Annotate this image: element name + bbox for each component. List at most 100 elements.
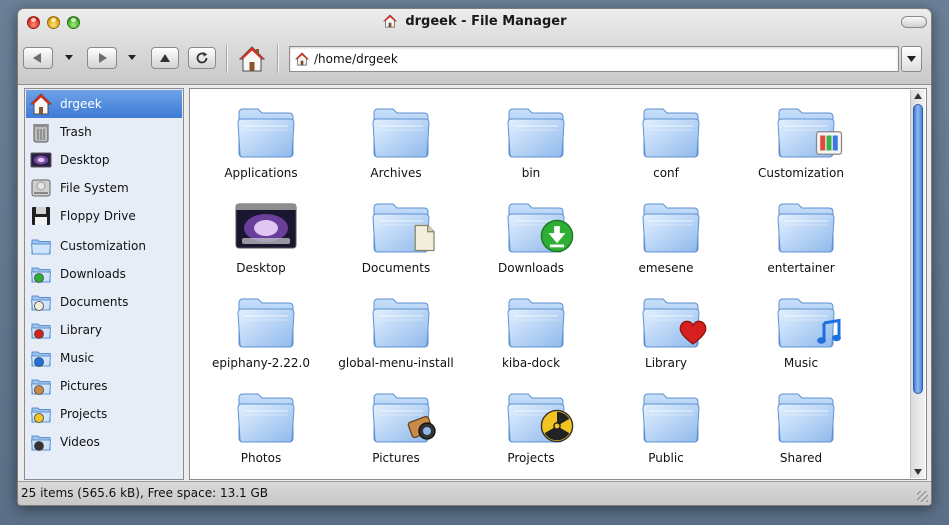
sidebar-item-desktop[interactable]: Desktop (26, 146, 182, 174)
vertical-scrollbar[interactable] (910, 90, 925, 478)
trash-icon (30, 121, 52, 143)
sidebar-item-drgeek[interactable]: drgeek (26, 90, 182, 118)
sidebar-item-label: File System (60, 181, 129, 195)
folder-icon (234, 99, 298, 163)
file-item[interactable]: global-menu-install (331, 283, 461, 373)
file-item-label: Music (783, 356, 819, 370)
folder-downloads-icon (30, 263, 52, 285)
folder-icon (774, 289, 841, 353)
location-dropdown-button[interactable] (901, 46, 922, 72)
sidebar-item-library[interactable]: Library (26, 316, 182, 344)
sidebar-item-trash[interactable]: Trash (26, 118, 182, 146)
file-item[interactable]: kiba-dock (466, 283, 596, 373)
forward-history-dropdown[interactable] (128, 55, 136, 60)
file-item-label: Library (645, 356, 687, 370)
camera-icon (407, 411, 439, 446)
file-item[interactable]: Customization (736, 93, 866, 183)
back-history-dropdown[interactable] (65, 55, 73, 60)
file-item[interactable]: bin (466, 93, 596, 183)
arrow-right-icon (99, 53, 107, 63)
file-manager-window: drgeek - File Manager /home/drgeek drgee… (17, 8, 932, 506)
file-item-label: Public (648, 451, 684, 465)
folder-music-icon (30, 347, 52, 369)
file-item-label: Applications (224, 166, 298, 180)
sidebar-item-music[interactable]: Music (26, 344, 182, 372)
folder-icon (369, 289, 433, 353)
file-item[interactable]: Photos (196, 378, 326, 468)
harddisk-icon (30, 177, 52, 199)
sidebar-item-label: Projects (60, 407, 108, 421)
file-item-label: Shared (779, 451, 823, 465)
file-item[interactable]: Shared (736, 378, 866, 468)
sidebar-item-label: Floppy Drive (60, 209, 136, 223)
sidebar-item-videos[interactable]: Videos (26, 428, 182, 456)
file-item[interactable]: Library (601, 283, 731, 373)
folder-icon (504, 194, 574, 258)
scroll-down-arrow[interactable] (914, 469, 922, 475)
location-bar[interactable]: /home/drgeek (289, 46, 899, 72)
folder-icon (234, 289, 298, 353)
file-item-label: Photos (240, 451, 282, 465)
file-item-label: Pictures (372, 451, 420, 465)
toolbar-toggle-button[interactable] (901, 16, 927, 28)
file-item[interactable]: Desktop (196, 188, 326, 278)
location-path[interactable]: /home/drgeek (314, 52, 398, 66)
sidebar-item-label: Downloads (60, 267, 126, 281)
palette-icon (814, 128, 844, 161)
title-bar[interactable]: drgeek - File Manager (18, 9, 931, 35)
back-button[interactable] (23, 47, 53, 69)
up-button[interactable] (151, 47, 179, 69)
file-item-label: entertainer (767, 261, 835, 275)
file-item[interactable]: Applications (196, 93, 326, 183)
file-item[interactable]: Downloads (466, 188, 596, 278)
file-item[interactable]: Projects (466, 378, 596, 468)
folder-icon (504, 99, 568, 163)
scrollbar-thumb[interactable] (913, 104, 923, 394)
icon-view[interactable]: Applications Archives bin conf Customiza… (189, 88, 927, 480)
triangle-up-icon (160, 54, 170, 62)
folder-videos-icon (30, 431, 52, 453)
folder-icon (639, 194, 703, 258)
desktop-icon (234, 194, 298, 258)
file-item-label: global-menu-install (338, 356, 454, 370)
folder-icon (774, 384, 838, 448)
toolbar-separator (277, 45, 278, 73)
forward-button[interactable] (87, 47, 117, 69)
file-item-label: Archives (370, 166, 422, 180)
file-item-label: Documents (361, 261, 431, 275)
file-item[interactable]: conf (601, 93, 731, 183)
file-item-label: kiba-dock (501, 356, 561, 370)
sidebar-item-label: Desktop (60, 153, 110, 167)
home-icon (382, 13, 397, 27)
file-item[interactable]: Public (601, 378, 731, 468)
sidebar-item-pictures[interactable]: Pictures (26, 372, 182, 400)
toolbar-separator (226, 45, 227, 73)
file-item[interactable]: emesene (601, 188, 731, 278)
sidebar-item-file-system[interactable]: File System (26, 174, 182, 202)
file-item[interactable]: entertainer (736, 188, 866, 278)
sidebar-item-projects[interactable]: Projects (26, 400, 182, 428)
toolbar-area: drgeek - File Manager /home/drgeek (18, 9, 931, 85)
sidebar-item-downloads[interactable]: Downloads (26, 260, 182, 288)
file-item[interactable]: Documents (331, 188, 461, 278)
sidebar-item-documents[interactable]: Documents (26, 288, 182, 316)
reload-icon (196, 52, 208, 64)
file-item[interactable]: epiphany-2.22.0 (196, 283, 326, 373)
resize-grip-icon[interactable] (917, 491, 928, 502)
reload-button[interactable] (188, 47, 216, 69)
file-item-label: conf (653, 166, 679, 180)
desktop-icon (30, 149, 52, 171)
sidebar-item-label: Documents (60, 295, 129, 309)
home-button[interactable] (238, 45, 266, 73)
sidebar-item-customization[interactable]: Customization (26, 232, 182, 260)
file-item[interactable]: Archives (331, 93, 461, 183)
status-bar: 25 items (565.6 kB), Free space: 13.1 GB (18, 481, 931, 505)
file-item[interactable]: Music (736, 283, 866, 373)
file-item[interactable]: Pictures (331, 378, 461, 468)
download-icon (540, 219, 574, 256)
scroll-up-arrow[interactable] (914, 93, 922, 99)
sidebar-item-floppy-drive[interactable]: Floppy Drive (26, 202, 182, 230)
folder-icon (774, 194, 838, 258)
folder-icon (639, 289, 707, 353)
sidebar: drgeek Trash Desktop File System Floppy Driv… (24, 88, 184, 480)
